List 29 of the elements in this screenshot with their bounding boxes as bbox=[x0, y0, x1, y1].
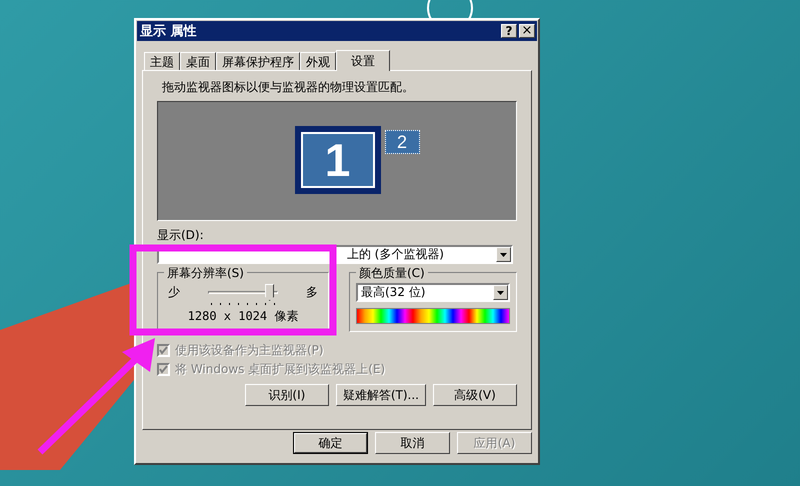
checkbox-label: 使用该设备作为主监视器(P) bbox=[175, 342, 324, 359]
action-button[interactable]: 疑难解答(T)... bbox=[336, 384, 426, 406]
slider[interactable] bbox=[205, 284, 281, 301]
tab[interactable]: 主题 bbox=[144, 52, 180, 70]
group-title: 屏幕分辨率(S) bbox=[164, 265, 247, 282]
dialog-button[interactable]: 确定 bbox=[293, 432, 368, 454]
close-button[interactable]: × bbox=[519, 24, 535, 38]
monitor-icon[interactable]: 2 bbox=[384, 130, 420, 154]
tab[interactable]: 设置 bbox=[336, 50, 390, 71]
tab[interactable]: 桌面 bbox=[180, 52, 216, 70]
resolution-reading: 1280 x 1024 像素 bbox=[188, 308, 298, 325]
instruction-text: 拖动监视器图标以便与监视器的物理设置匹配。 bbox=[162, 79, 415, 96]
action-button[interactable]: 高级(V) bbox=[433, 384, 517, 406]
tab[interactable]: 屏幕保护程序 bbox=[216, 52, 300, 70]
slider-min-label: 少 bbox=[168, 284, 180, 301]
dialog-button[interactable]: 取消 bbox=[375, 432, 450, 454]
slider-thumb[interactable] bbox=[265, 284, 274, 301]
window-title: 显示 属性 bbox=[140, 23, 197, 40]
tab[interactable]: 外观 bbox=[300, 52, 336, 70]
group-title: 颜色质量(C) bbox=[356, 265, 428, 282]
dropdown-value: 最高(32 位) bbox=[360, 284, 426, 301]
slider-max-label: 多 bbox=[306, 284, 318, 301]
action-button[interactable]: 识别(I) bbox=[244, 384, 329, 406]
color-quality-dropdown[interactable]: 最高(32 位) bbox=[356, 283, 510, 302]
display-label: 显示(D): bbox=[157, 227, 205, 244]
monitor-icon[interactable]: 1 bbox=[294, 126, 380, 194]
dropdown-value: 上的 (多个监视器) bbox=[346, 246, 445, 263]
help-button[interactable]: ? bbox=[501, 24, 517, 38]
checkbox-label: 将 Windows 桌面扩展到该监视器上(E) bbox=[175, 361, 386, 378]
